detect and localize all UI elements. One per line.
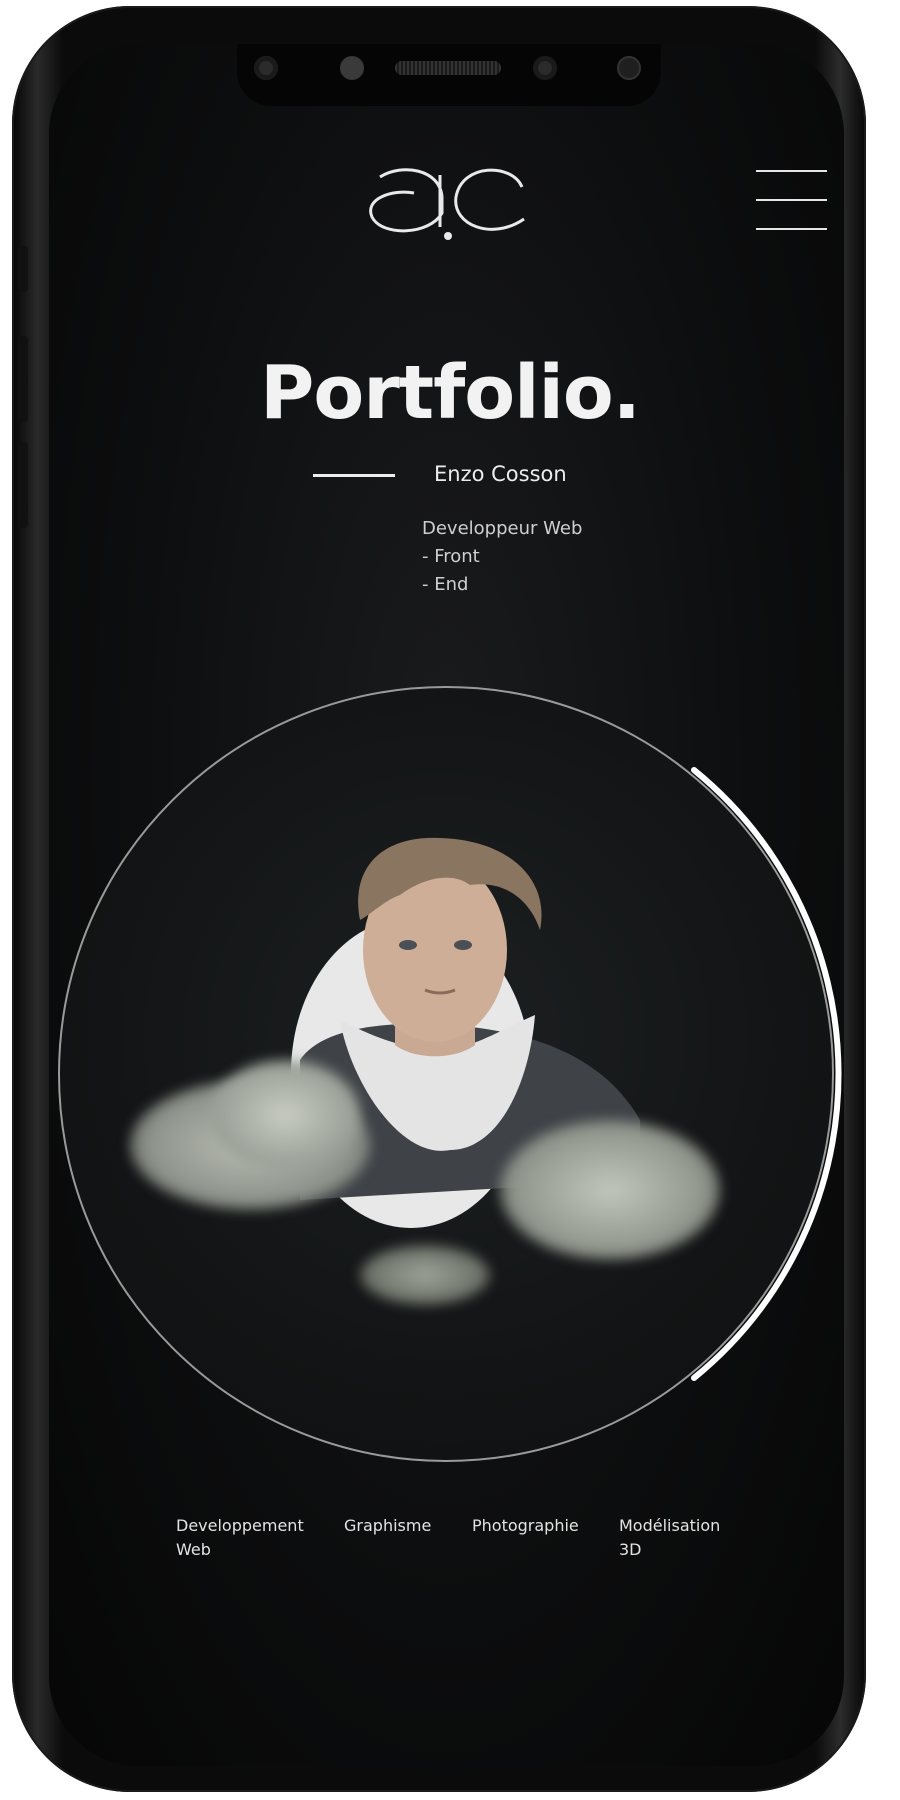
category-web-development[interactable]: Developpement Web — [176, 1514, 316, 1562]
cloud-bottom-decoration — [360, 1245, 490, 1305]
profile-photo — [300, 837, 640, 1200]
cloud-right-decoration — [500, 1120, 720, 1260]
category-photography[interactable]: Photographie — [472, 1514, 579, 1538]
cloud-left-top-decoration — [210, 1060, 360, 1170]
category-graphics[interactable]: Graphisme — [344, 1514, 431, 1538]
category-3d-modeling[interactable]: Modélisation 3D — [619, 1514, 739, 1562]
